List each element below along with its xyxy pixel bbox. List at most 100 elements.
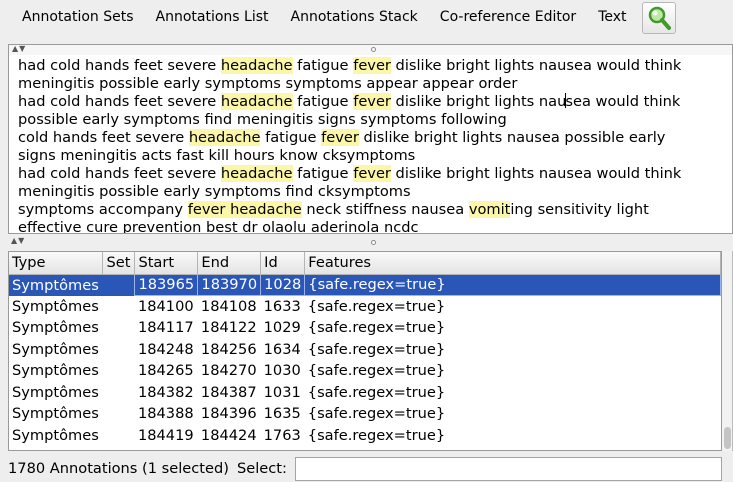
annotation-highlight[interactable]: fever xyxy=(353,93,391,110)
annotations-stack-button[interactable]: Annotations Stack xyxy=(280,0,429,36)
annotation-highlight[interactable]: headache xyxy=(188,129,261,146)
cell-id[interactable]: 1634 xyxy=(261,339,305,361)
cell-type[interactable]: Symptômes xyxy=(9,382,103,404)
cell-start[interactable]: 184248 xyxy=(135,339,198,361)
annotation-highlight[interactable]: fever xyxy=(321,129,359,146)
text-pane-splitter[interactable]: ▲▼ xyxy=(9,45,732,55)
table-row[interactable]: Symptômes 183965 183970 1028 {safe.regex=tru… xyxy=(9,273,721,296)
cell-set[interactable] xyxy=(103,317,135,339)
cell-end[interactable]: 184122 xyxy=(198,317,261,339)
cell-start[interactable]: 184388 xyxy=(135,403,198,425)
cell-id[interactable]: 1030 xyxy=(261,360,305,382)
column-header-features[interactable]: Features xyxy=(304,252,721,275)
cell-features[interactable]: {safe.regex=true} xyxy=(304,273,721,296)
cell-set[interactable] xyxy=(103,296,135,318)
text-line[interactable]: effective cure prevention best dr olaolu… xyxy=(18,219,732,233)
cell-end[interactable]: 184424 xyxy=(198,425,261,447)
table-row[interactable]: Symptômes 184388 184396 1635 {safe.regex=tru… xyxy=(9,403,721,425)
cell-type[interactable]: Symptômes xyxy=(9,296,103,318)
cell-end[interactable]: 184108 xyxy=(198,296,261,318)
annotation-highlight[interactable]: headache xyxy=(220,93,293,110)
cell-end[interactable]: 184396 xyxy=(198,403,261,425)
table-pane-splitter[interactable]: ▲▼ xyxy=(8,236,733,250)
cell-features[interactable]: {safe.regex=true} xyxy=(305,296,721,318)
cell-type[interactable]: Symptômes xyxy=(9,360,103,382)
document-text[interactable]: had cold hands feet severe headache fati… xyxy=(9,55,732,233)
cell-features[interactable]: {safe.regex=true} xyxy=(305,403,721,425)
select-input[interactable] xyxy=(294,456,722,481)
cell-type[interactable]: Symptômes xyxy=(9,317,103,339)
text-line[interactable]: had cold hands feet severe headache fati… xyxy=(18,165,732,183)
column-header-id[interactable]: Id xyxy=(260,252,306,275)
cell-id[interactable]: 1763 xyxy=(261,425,305,447)
table-scrollbar[interactable] xyxy=(722,251,733,451)
text-line[interactable]: had cold hands feet severe headache fati… xyxy=(18,93,732,111)
table-row[interactable]: Symptômes 184100 184108 1633 {safe.regex=tru… xyxy=(9,296,721,318)
cell-type[interactable]: Symptômes xyxy=(9,274,103,296)
cell-start[interactable]: 184419 xyxy=(135,425,198,447)
text-button[interactable]: Text xyxy=(587,0,637,36)
cell-start[interactable]: 184382 xyxy=(135,382,198,404)
cell-end[interactable]: 184256 xyxy=(198,339,261,361)
magnifier-search-icon xyxy=(648,6,671,30)
splitter-arrows-icon[interactable]: ▲▼ xyxy=(11,236,25,245)
cell-features[interactable]: {safe.regex=true} xyxy=(305,382,721,404)
cell-id[interactable]: 1635 xyxy=(261,403,305,425)
scrollbar-thumb[interactable] xyxy=(724,427,731,449)
column-header-type[interactable]: Type xyxy=(9,252,104,275)
cell-id[interactable]: 1633 xyxy=(261,296,305,318)
column-header-set[interactable]: Set xyxy=(102,252,136,275)
text-line[interactable]: possible early symptoms find meningitis … xyxy=(18,111,732,129)
annotation-highlight[interactable]: headache xyxy=(220,57,293,74)
text-line[interactable]: signs meningitis acts fast kill hours kn… xyxy=(18,147,732,165)
splitter-grip-icon[interactable] xyxy=(370,240,376,245)
cell-end[interactable]: 183970 xyxy=(197,273,262,296)
annotation-highlight[interactable]: fever xyxy=(353,165,391,182)
splitter-arrows-icon[interactable]: ▲▼ xyxy=(12,45,26,53)
table-row[interactable]: Symptômes 184382 184387 1031 {safe.regex=tru… xyxy=(9,382,721,404)
annotation-highlight[interactable]: fever headache xyxy=(187,201,302,218)
cell-features[interactable]: {safe.regex=true} xyxy=(305,339,721,361)
table-row[interactable]: Symptômes 184419 184424 1763 {safe.regex=tru… xyxy=(9,425,721,447)
cell-features[interactable]: {safe.regex=true} xyxy=(305,425,721,447)
text-line[interactable]: cold hands feet severe headache fatigue … xyxy=(18,129,732,147)
cell-id[interactable]: 1029 xyxy=(261,317,305,339)
text-line[interactable]: had cold hands feet severe headache fati… xyxy=(18,57,732,75)
cell-id[interactable]: 1031 xyxy=(261,382,305,404)
cell-set[interactable] xyxy=(103,425,135,447)
cell-start[interactable]: 183965 xyxy=(134,273,199,296)
annotation-sets-button[interactable]: Annotation Sets xyxy=(0,0,145,36)
cell-start[interactable]: 184100 xyxy=(135,296,198,318)
cell-type[interactable]: Symptômes xyxy=(9,339,103,361)
annotation-highlight[interactable]: vomit xyxy=(468,201,511,218)
cell-set[interactable] xyxy=(103,403,135,425)
cell-set[interactable] xyxy=(102,274,135,296)
table-row[interactable]: Symptômes 184117 184122 1029 {safe.regex=tru… xyxy=(9,317,721,339)
document-text-pane[interactable]: ▲▼ had cold hands feet severe headache f… xyxy=(8,44,733,234)
table-row[interactable]: Symptômes 184265 184270 1030 {safe.regex=tru… xyxy=(9,360,721,382)
coreference-editor-button[interactable]: Co-reference Editor xyxy=(429,0,587,36)
cell-set[interactable] xyxy=(103,339,135,361)
cell-start[interactable]: 184265 xyxy=(135,360,198,382)
annotations-list-button[interactable]: Annotations List xyxy=(145,0,280,36)
annotation-highlight[interactable]: fever xyxy=(353,57,391,74)
table-row[interactable]: Symptômes 184248 184256 1634 {safe.regex=tru… xyxy=(9,339,721,361)
cell-start[interactable]: 184117 xyxy=(135,317,198,339)
search-button[interactable] xyxy=(641,2,676,34)
text-line[interactable]: meningitis possible early symptoms sympt… xyxy=(18,75,732,93)
text-line[interactable]: symptoms accompany fever headache neck s… xyxy=(18,201,732,219)
cell-features[interactable]: {safe.regex=true} xyxy=(305,317,721,339)
cell-id[interactable]: 1028 xyxy=(260,273,306,296)
text-line[interactable]: meningitis possible early symptoms find … xyxy=(18,183,732,201)
cell-features[interactable]: {safe.regex=true} xyxy=(305,360,721,382)
annotation-highlight[interactable]: headache xyxy=(220,165,293,182)
cell-type[interactable]: Symptômes xyxy=(9,403,103,425)
cell-end[interactable]: 184270 xyxy=(198,360,261,382)
column-header-end[interactable]: End xyxy=(197,252,262,275)
cell-type[interactable]: Symptômes xyxy=(9,425,103,447)
column-header-start[interactable]: Start xyxy=(134,252,199,275)
cell-set[interactable] xyxy=(103,360,135,382)
splitter-grip-icon[interactable] xyxy=(370,47,376,52)
cell-end[interactable]: 184387 xyxy=(198,382,261,404)
cell-set[interactable] xyxy=(103,382,135,404)
